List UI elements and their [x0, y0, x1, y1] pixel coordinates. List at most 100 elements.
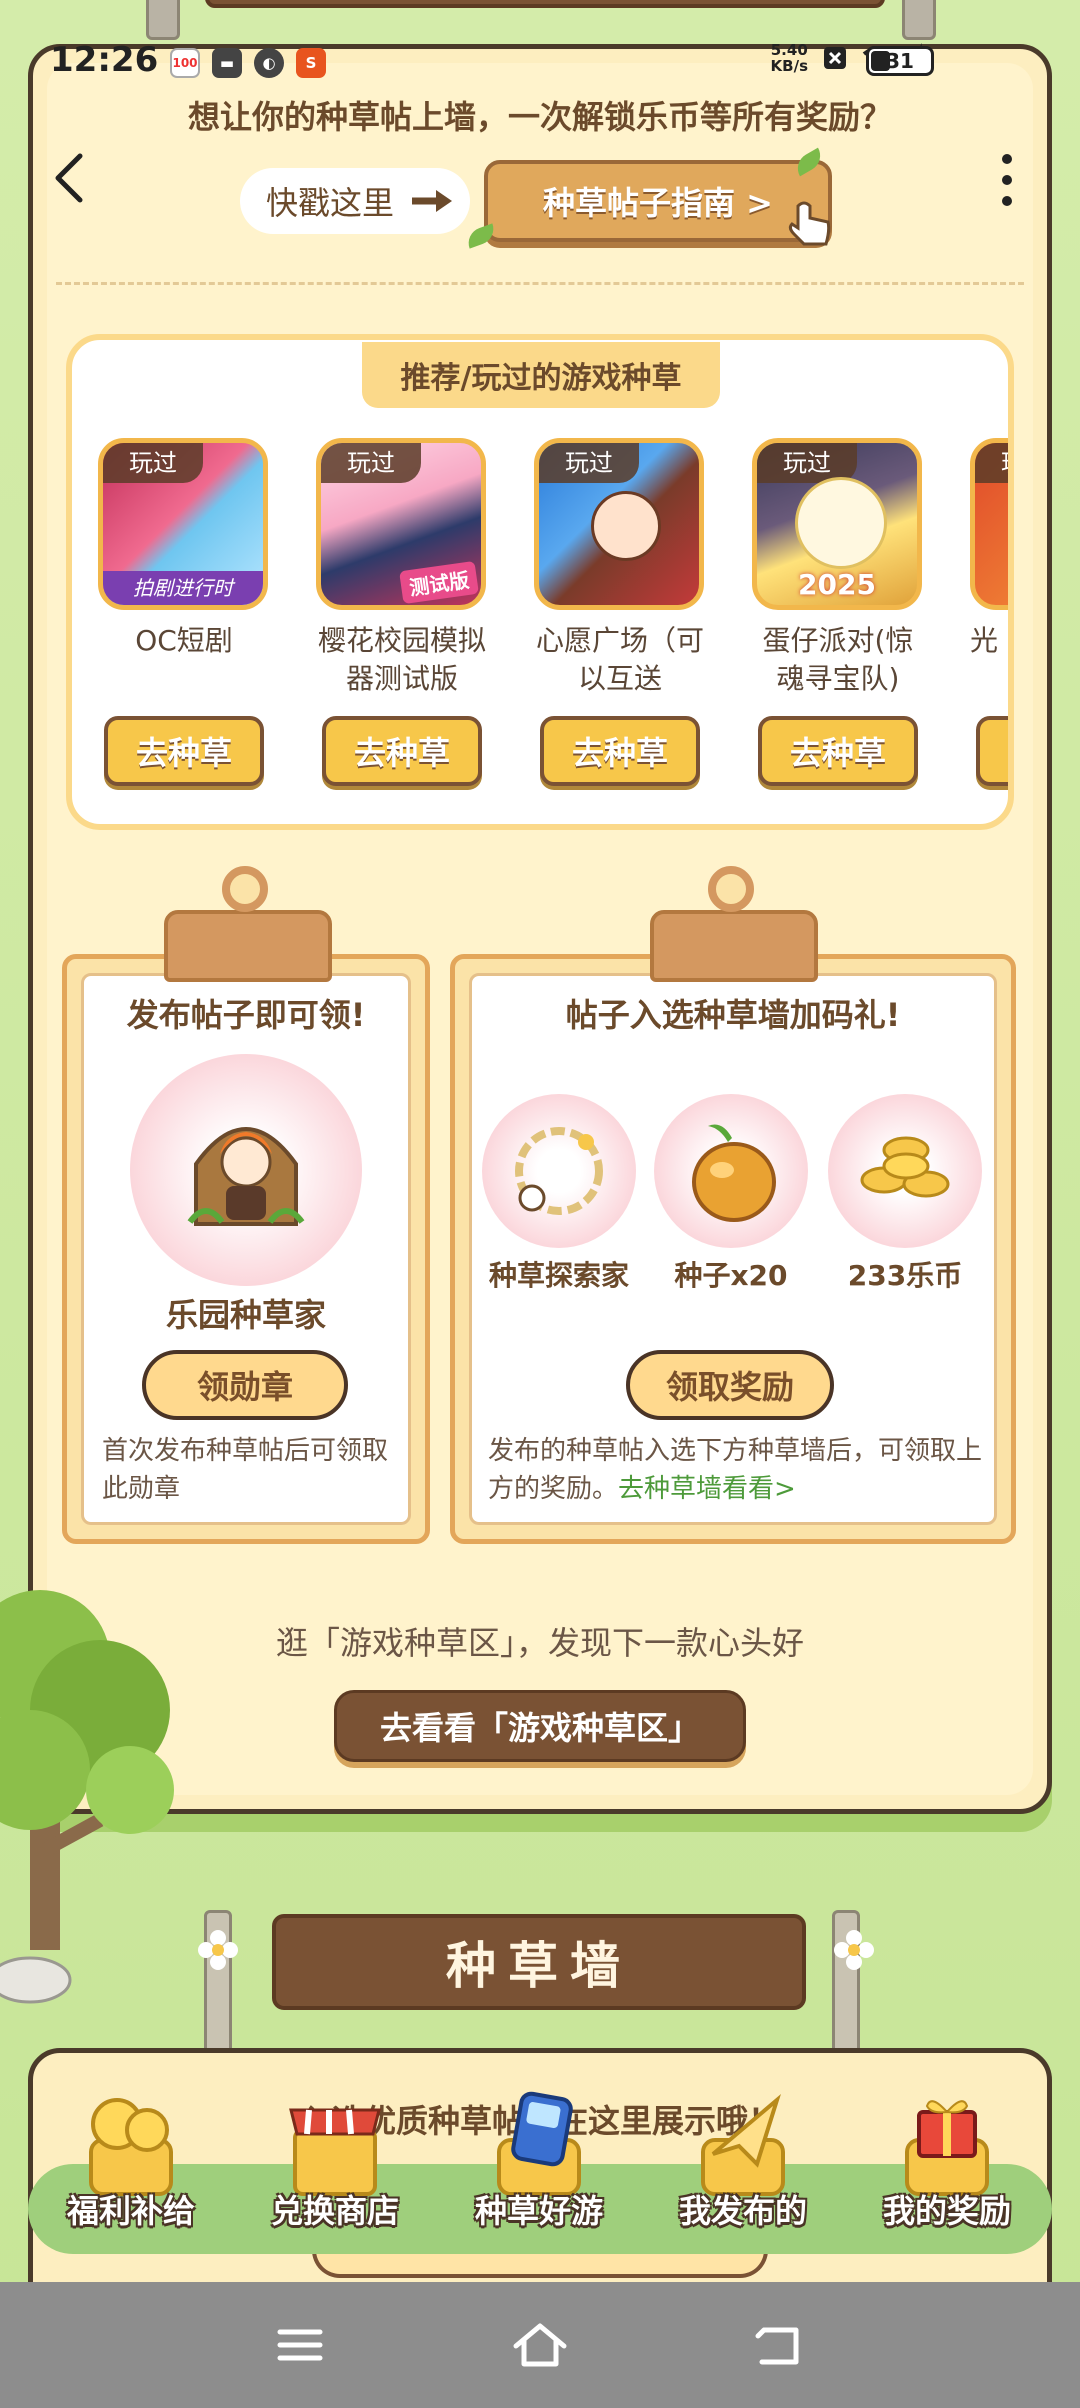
app-notification-icon: ▬: [212, 48, 242, 78]
status-bar: 12:26 100 ▬ ◐ S 5.40 KB/s 31: [0, 38, 1080, 86]
nav-label: 我的奖励: [882, 2192, 1011, 2230]
seed-icon: [692, 1124, 776, 1222]
wall-reward-title: 帖子入选种草墙加码礼!: [565, 996, 901, 1034]
nav-welfare[interactable]: 福利补给: [36, 2090, 226, 2240]
post-reward-title: 发布帖子即可领!: [126, 996, 366, 1034]
go-plant-button[interactable]: 去种草: [976, 716, 1008, 786]
home-icon[interactable]: [510, 2320, 570, 2370]
back-button[interactable]: [50, 150, 90, 206]
gardener-badge-icon: [187, 1127, 305, 1226]
played-tag: 玩过: [321, 443, 421, 483]
seed-wall-sign: 种草墙: [272, 1914, 806, 2010]
played-tag: 玩过: [103, 443, 203, 483]
go-plant-button[interactable]: 去种草: [540, 716, 700, 786]
badge-name: 乐园种草家: [165, 1296, 326, 1334]
nav-label: 福利补给: [66, 2192, 195, 2230]
game-card[interactable]: 玩过 拍剧进行时 OC短剧 去种草: [98, 438, 270, 786]
clip-hanger: [650, 910, 818, 982]
nav-label: 我发布的: [678, 2192, 807, 2230]
app-notification-icon: 100: [170, 48, 200, 78]
gift-icon: [905, 2100, 989, 2196]
game-thumbnail[interactable]: 玩过 拍剧进行时: [98, 438, 268, 610]
chevron-left-icon: [55, 153, 83, 203]
net-speed-unit: KB/s: [770, 57, 808, 75]
game-thumbnail[interactable]: 玩过 测试版: [316, 438, 486, 610]
game-thumbnail[interactable]: 玩过 2025: [752, 438, 922, 610]
tree-decoration: [0, 1590, 174, 2004]
clip-ring: [222, 866, 268, 912]
game-card[interactable]: 玩过 测试版 樱花校园模拟器测试版 去种草: [316, 438, 488, 786]
go-plant-button[interactable]: 去种草: [322, 716, 482, 786]
clip-hanger: [164, 910, 332, 982]
dashed-divider: [56, 282, 1024, 285]
game-name: 光: [970, 624, 999, 657]
wooden-post: [902, 0, 936, 40]
battery-indicator: 31: [866, 46, 934, 76]
quick-tap-text: 快戳这里: [266, 184, 395, 222]
status-time: 12:26: [50, 40, 159, 80]
net-speed: 5.40 KB/s: [771, 42, 808, 74]
game-name: OC短剧: [135, 624, 233, 657]
game-card[interactable]: 玩过 光 去种草: [970, 438, 1008, 786]
guide-button[interactable]: 种草帖子指南 >: [484, 160, 832, 242]
app-notification-icon: ◐: [254, 48, 284, 78]
coin-bag-icon: [89, 2098, 173, 2196]
menu-icon[interactable]: [270, 2320, 330, 2370]
explorer-frame-icon: [515, 1127, 603, 1215]
paper-plane-icon: [701, 2094, 785, 2196]
game-thumbnail[interactable]: 玩过: [970, 438, 1008, 610]
more-dot-icon: [1002, 154, 1012, 164]
browse-zone-button[interactable]: 去看看「游戏种草区」: [334, 1690, 746, 1762]
more-dot-icon: [1002, 196, 1012, 206]
post-reward-note: 首次发布种草帖后可领取此勋章: [102, 1436, 389, 1504]
game-console-icon: [497, 2091, 581, 2196]
character-face: [591, 491, 661, 561]
claim-badge-button[interactable]: 领勋章: [142, 1350, 348, 1420]
wooden-post: [146, 0, 180, 40]
flower-icon: [198, 1930, 238, 1970]
system-navigation-bar: [0, 2282, 1080, 2408]
app-notification-icon: S: [296, 48, 326, 78]
played-tag: 玩过: [975, 443, 1008, 483]
no-sim-icon: [824, 47, 846, 69]
back-icon[interactable]: [750, 2320, 810, 2370]
reward-label: 种草探索家: [488, 1259, 629, 1292]
more-dot-icon: [1002, 175, 1012, 185]
go-plant-button[interactable]: 去种草: [104, 716, 264, 786]
pointing-hand-icon: [788, 201, 831, 246]
battery-level: 31: [886, 49, 914, 73]
game-name: 心愿广场（可以互送: [535, 624, 704, 695]
clip-ring: [708, 866, 754, 912]
nav-good-games[interactable]: 种草好游: [444, 2090, 634, 2240]
game-thumbnail[interactable]: 玩过: [534, 438, 704, 610]
headline: 想让你的种草帖上墙，一次解锁乐币等所有奖励？: [187, 98, 892, 136]
game-thumb-caption: 2025: [798, 568, 876, 601]
nav-label: 种草好游: [474, 2192, 603, 2230]
game-thumb-caption: 拍剧进行时: [103, 571, 263, 605]
reward-label: 种子x20: [674, 1259, 788, 1292]
recommended-title: 推荐/玩过的游戏种草: [362, 342, 720, 408]
egg-character: [795, 477, 887, 569]
reward-label: 233乐币: [847, 1259, 963, 1292]
coins-icon: [860, 1136, 950, 1198]
game-card[interactable]: 玩过 心愿广场（可以互送 去种草: [534, 438, 706, 786]
net-speed-value: 5.40: [770, 41, 808, 59]
game-card[interactable]: 玩过 2025 蛋仔派对(惊魂寻宝队) 去种草: [752, 438, 924, 786]
notification-icons: 100 ▬ ◐ S: [170, 48, 326, 78]
game-name: 樱花校园模拟器测试版: [317, 624, 486, 695]
game-carousel[interactable]: 玩过 拍剧进行时 OC短剧 去种草 玩过 测试版 樱花校园模拟器测试版 去种草 …: [98, 438, 1008, 818]
go-plant-button[interactable]: 去种草: [758, 716, 918, 786]
arrow-right-icon: [412, 190, 452, 212]
shop-icon: [289, 2108, 381, 2196]
wooden-sign-top: [205, 0, 885, 8]
nav-my-posts[interactable]: 我发布的: [648, 2090, 838, 2240]
nav-my-rewards[interactable]: 我的奖励: [852, 2090, 1042, 2240]
view-wall-link[interactable]: 去种草墙看看>: [618, 1474, 796, 1504]
nav-shop[interactable]: 兑换商店: [240, 2090, 430, 2240]
flower-icon: [834, 1930, 874, 1970]
more-options-button[interactable]: [992, 150, 1022, 210]
nav-label: 兑换商店: [270, 2192, 399, 2230]
game-name: 蛋仔派对(惊魂寻宝队): [762, 624, 914, 695]
wall-reward-note: 发布的种草帖入选下方种草墙后，可领取上方的奖励。去种草墙看看>: [488, 1432, 984, 1508]
claim-reward-button[interactable]: 领取奖励: [626, 1350, 834, 1420]
